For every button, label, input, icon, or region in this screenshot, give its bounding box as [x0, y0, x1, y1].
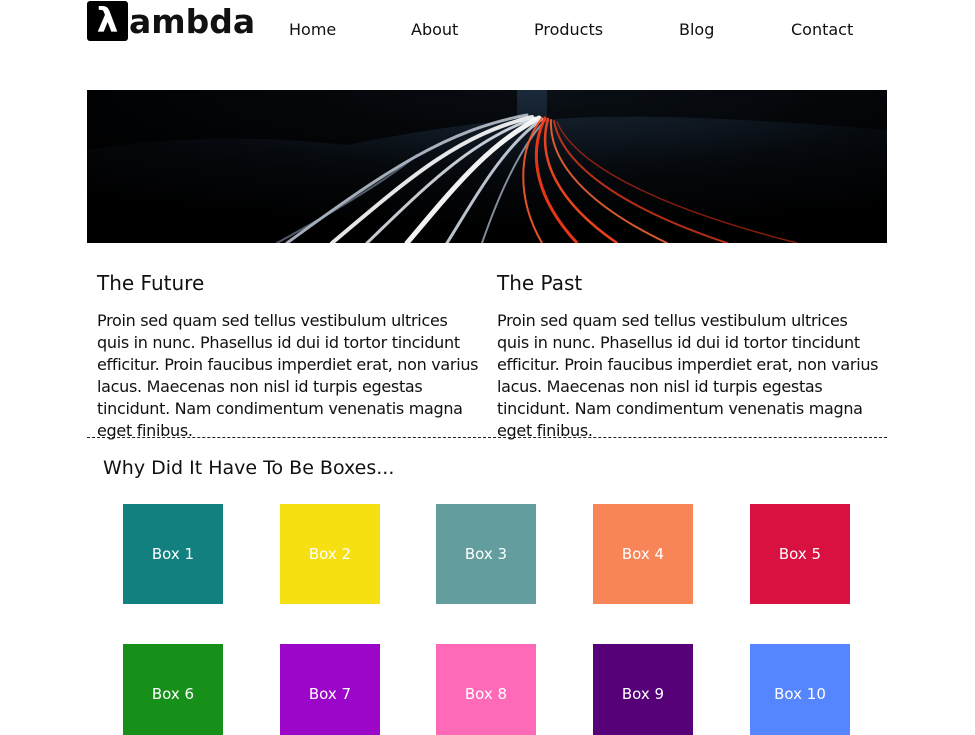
box-6: Box 6 — [123, 644, 223, 735]
column-title: The Past — [497, 271, 583, 295]
hero-image — [87, 90, 887, 243]
box-label: Box 3 — [464, 545, 508, 563]
column-body: Proin sed quam sed tellus vestibulum ult… — [497, 311, 879, 440]
box-label: Box 8 — [464, 685, 508, 703]
box-label: Box 6 — [151, 685, 195, 703]
box-5: Box 5 — [750, 504, 850, 604]
box-label: Box 2 — [308, 545, 352, 563]
box-3: Box 3 — [436, 504, 536, 604]
box-label: Box 9 — [621, 685, 665, 703]
nav-home[interactable]: Home — [289, 20, 336, 39]
nav-about[interactable]: About — [411, 20, 458, 39]
box-1: Box 1 — [123, 504, 223, 604]
box-label: Box 10 — [774, 685, 826, 703]
box-label: Box 5 — [778, 545, 822, 563]
box-label: Box 1 — [151, 545, 195, 563]
box-10: Box 10 — [750, 644, 850, 735]
box-8: Box 8 — [436, 644, 536, 735]
nav-contact[interactable]: Contact — [791, 20, 853, 39]
nav-blog[interactable]: Blog — [679, 20, 714, 39]
column-future: The Future Proin sed quam sed tellus ves… — [97, 270, 482, 442]
box-7: Box 7 — [280, 644, 380, 735]
column-title: The Future — [97, 271, 205, 295]
main-nav: Home About Products Blog Contact — [0, 20, 975, 44]
box-2: Box 2 — [280, 504, 380, 604]
box-4: Box 4 — [593, 504, 693, 604]
box-label: Box 7 — [308, 685, 352, 703]
column-body: Proin sed quam sed tellus vestibulum ult… — [97, 311, 479, 440]
page: λ ambda Home About Products Blog Contact — [0, 0, 975, 735]
nav-products[interactable]: Products — [534, 20, 603, 39]
boxes-section-title: Why Did It Have To Be Boxes... — [103, 457, 395, 479]
column-past: The Past Proin sed quam sed tellus vesti… — [497, 270, 882, 442]
dashed-divider — [87, 437, 887, 438]
box-label: Box 4 — [621, 545, 665, 563]
box-9: Box 9 — [593, 644, 693, 735]
